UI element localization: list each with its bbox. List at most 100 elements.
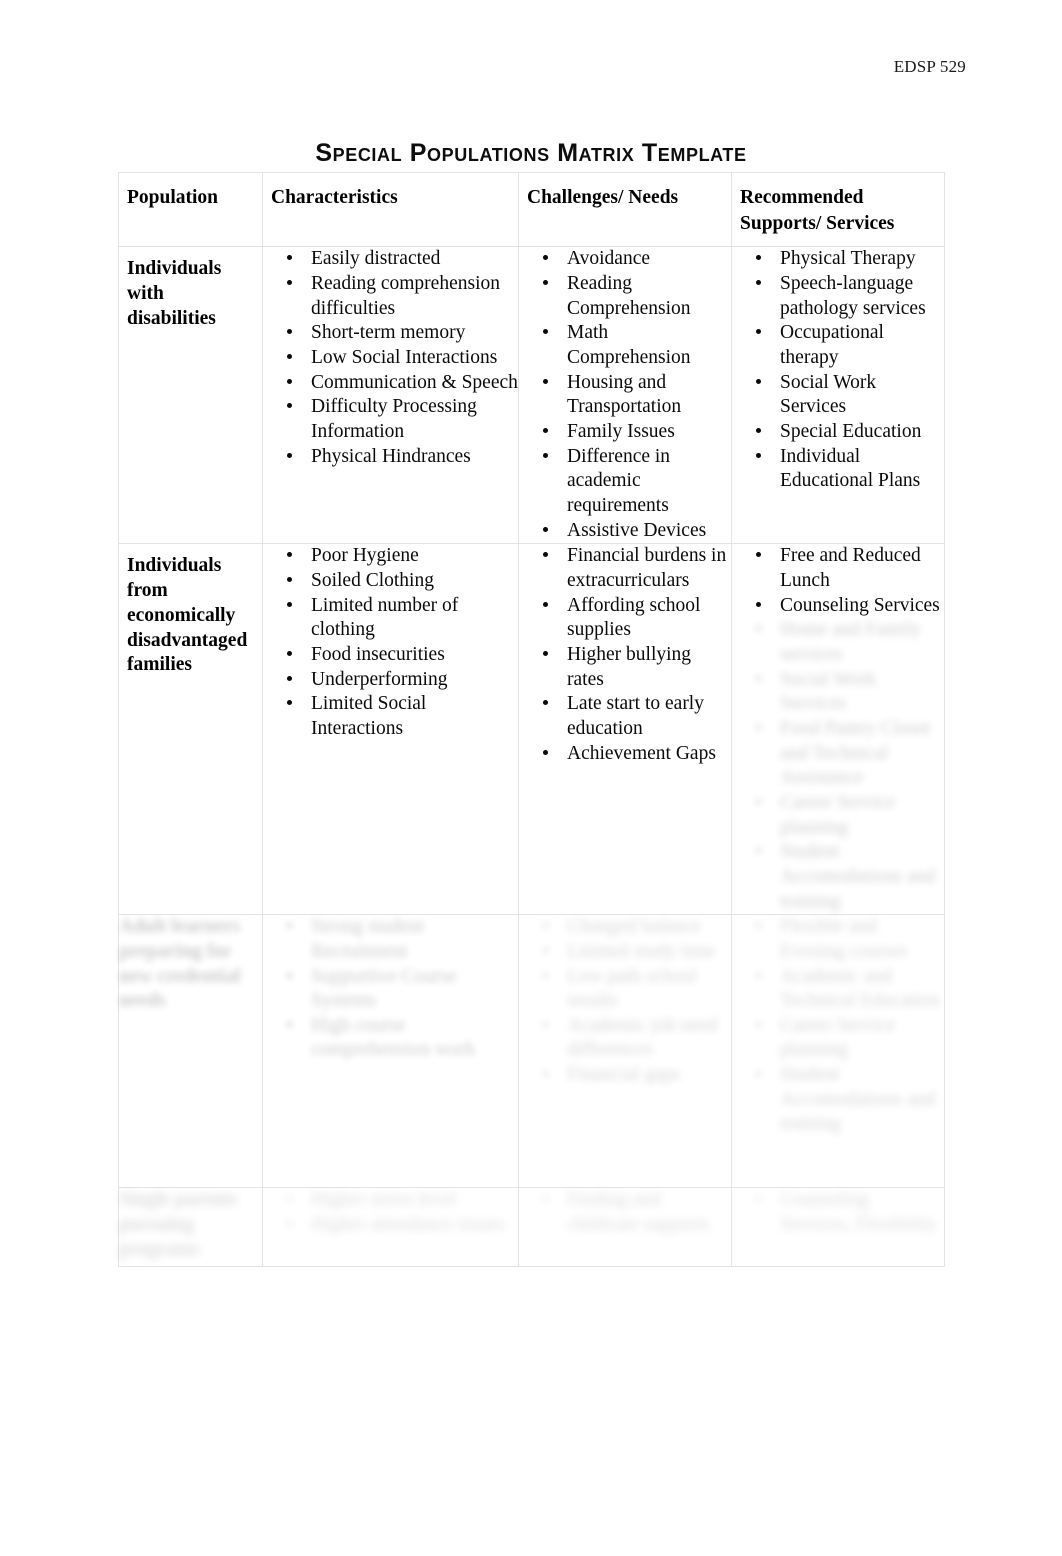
cell-supports: Counseling Services, Flexibility (731, 1187, 945, 1268)
table-row: Individuals from economically disadvanta… (118, 543, 945, 916)
list-item: Late start to early education (519, 692, 731, 741)
list-item: Home and Family services (732, 618, 944, 667)
cell-challenges: Finding and childcare supports (518, 1187, 732, 1268)
list-item: Physical Hindrances (263, 445, 518, 470)
supports-list: Free and Reduced Lunch Counseling Service… (732, 544, 944, 914)
challenges-list: Changed balance Limited study time Low pat… (519, 915, 731, 1088)
characteristics-list: Easily distracted Reading comprehension d… (263, 247, 518, 469)
column-header-characteristics-label: Characteristics (271, 187, 398, 208)
list-item: Food Pantry Closet and Technical Assista… (732, 717, 944, 791)
list-item: Individual Educational Plans (732, 445, 944, 494)
list-item: Math Comprehension (519, 321, 731, 370)
population-label: Individuals from economically disadvanta… (127, 555, 248, 676)
document-page: EDSP 529 Special Populations Matrix Temp… (0, 0, 1062, 1556)
list-item: Academic job need differences (519, 1014, 731, 1063)
list-item: Affording school supplies (519, 594, 731, 643)
characteristics-list: Higher stress level Higher attendance iss… (263, 1188, 518, 1237)
list-item: Higher bullying rates (519, 643, 731, 692)
cell-challenges: Financial burdens in extracurriculars Aff… (518, 543, 732, 916)
cell-characteristics: Higher stress level Higher attendance iss… (262, 1187, 519, 1268)
list-item: Strong student Recruitment (263, 915, 518, 964)
cell-characteristics: Strong student Recruitment Supportive Cou… (262, 914, 519, 1189)
challenges-list: Financial burdens in extracurriculars Aff… (519, 544, 731, 766)
list-item: Short-term memory (263, 321, 518, 346)
list-item: Family Issues (519, 420, 731, 445)
list-item: Assistive Devices (519, 519, 731, 544)
list-item: Soiled Clothing (263, 569, 518, 594)
cell-population: Adult learners preparing for new credent… (118, 914, 263, 1189)
table-row: Adult learners preparing for new credent… (118, 914, 945, 1189)
cell-challenges: Avoidance Reading Comprehension Math Compr… (518, 246, 732, 545)
list-item: Finding and childcare supports (519, 1188, 731, 1237)
column-header-characteristics: Characteristics (262, 171, 519, 248)
list-item: Achievement Gaps (519, 742, 731, 767)
supports-list: Counseling Services, Flexibility (732, 1188, 944, 1237)
cell-challenges: Changed balance Limited study time Low pat… (518, 914, 732, 1189)
cell-population: Individuals with disabilities (118, 246, 263, 545)
list-item: Financial gaps (519, 1063, 731, 1088)
cell-characteristics: Poor Hygiene Soiled Clothing Limited numbe… (262, 543, 519, 916)
list-item: Higher attendance issues (263, 1213, 518, 1238)
column-header-supports-label: Recommended Supports/ Services (740, 187, 895, 234)
list-item: Higher stress level (263, 1188, 518, 1213)
list-item: Difference in academic requirements (519, 445, 731, 519)
column-header-population-label: Population (127, 187, 219, 208)
cell-characteristics: Easily distracted Reading comprehension d… (262, 246, 519, 545)
column-header-population: Population (118, 171, 263, 248)
cell-population: Single parents pursuing programs (118, 1187, 263, 1268)
list-item: Underperforming (263, 668, 518, 693)
list-item: Speech-language pathology services (732, 272, 944, 321)
challenges-list: Avoidance Reading Comprehension Math Compr… (519, 247, 731, 543)
list-item: Counseling Services, Flexibility (732, 1188, 944, 1237)
list-item: Social Work Services (732, 668, 944, 717)
cell-supports: Free and Reduced Lunch Counseling Service… (731, 543, 945, 916)
page-title: Special Populations Matrix Template (315, 138, 747, 167)
list-item: Reading comprehension difficulties (263, 272, 518, 321)
list-item: Flexible and Evening courses (732, 915, 944, 964)
list-item: Supportive Course Systems (263, 965, 518, 1014)
cell-population: Individuals from economically disadvanta… (118, 543, 263, 916)
column-header-challenges: Challenges/ Needs (518, 171, 732, 248)
list-item: Limited Social Interactions (263, 692, 518, 741)
list-item: Changed balance (519, 915, 731, 940)
table-row: Single parents pursuing programs Higher … (118, 1187, 945, 1268)
list-item: Reading Comprehension (519, 272, 731, 321)
list-item: Limited number of clothing (263, 594, 518, 643)
running-header: EDSP 529 (893, 57, 966, 76)
column-header-supports: Recommended Supports/ Services (731, 171, 945, 248)
column-header-challenges-label: Challenges/ Needs (527, 187, 679, 208)
table-header-row: Population Characteristics Challenges/ N… (118, 171, 945, 248)
list-item: Academic and Technical Education (732, 965, 944, 1014)
characteristics-list: Poor Hygiene Soiled Clothing Limited numbe… (263, 544, 518, 741)
list-item: Poor Hygiene (263, 544, 518, 569)
supports-list: Flexible and Evening courses Academic and… (732, 915, 944, 1137)
list-item: Financial burdens in extracurriculars (519, 544, 731, 593)
cell-supports: Flexible and Evening courses Academic and… (731, 914, 945, 1189)
list-item: Limited study time (519, 940, 731, 965)
list-item: Student Accomodations and training (732, 1063, 944, 1137)
list-item: Physical Therapy (732, 247, 944, 272)
population-label: Single parents pursuing programs (119, 1189, 238, 1260)
list-item: Difficulty Processing Information (263, 395, 518, 444)
challenges-list: Finding and childcare supports (519, 1188, 731, 1237)
special-populations-matrix: Population Characteristics Challenges/ N… (118, 171, 945, 1268)
list-item: Housing and Transportation (519, 371, 731, 420)
population-label: Individuals with disabilities (127, 258, 222, 329)
cell-supports: Physical Therapy Speech-language patholog… (731, 246, 945, 545)
list-item: Easily distracted (263, 247, 518, 272)
list-item: Low path school results (519, 965, 731, 1014)
list-item: Occupational therapy (732, 321, 944, 370)
list-item: Low Social Interactions (263, 346, 518, 371)
list-item: Career Service planning (732, 791, 944, 840)
supports-list: Physical Therapy Speech-language patholog… (732, 247, 944, 494)
list-item: Career Service planning (732, 1014, 944, 1063)
list-item: Student Accomodations and training (732, 840, 944, 914)
list-item: Counseling Services (732, 594, 944, 619)
list-item: Special Education (732, 420, 944, 445)
list-item: Food insecurities (263, 643, 518, 668)
matrix-table: Population Characteristics Challenges/ N… (118, 171, 945, 1268)
list-item: Avoidance (519, 247, 731, 272)
characteristics-list: Strong student Recruitment Supportive Cou… (263, 915, 518, 1063)
list-item: High course comprehension work (263, 1014, 518, 1063)
list-item: Social Work Services (732, 371, 944, 420)
